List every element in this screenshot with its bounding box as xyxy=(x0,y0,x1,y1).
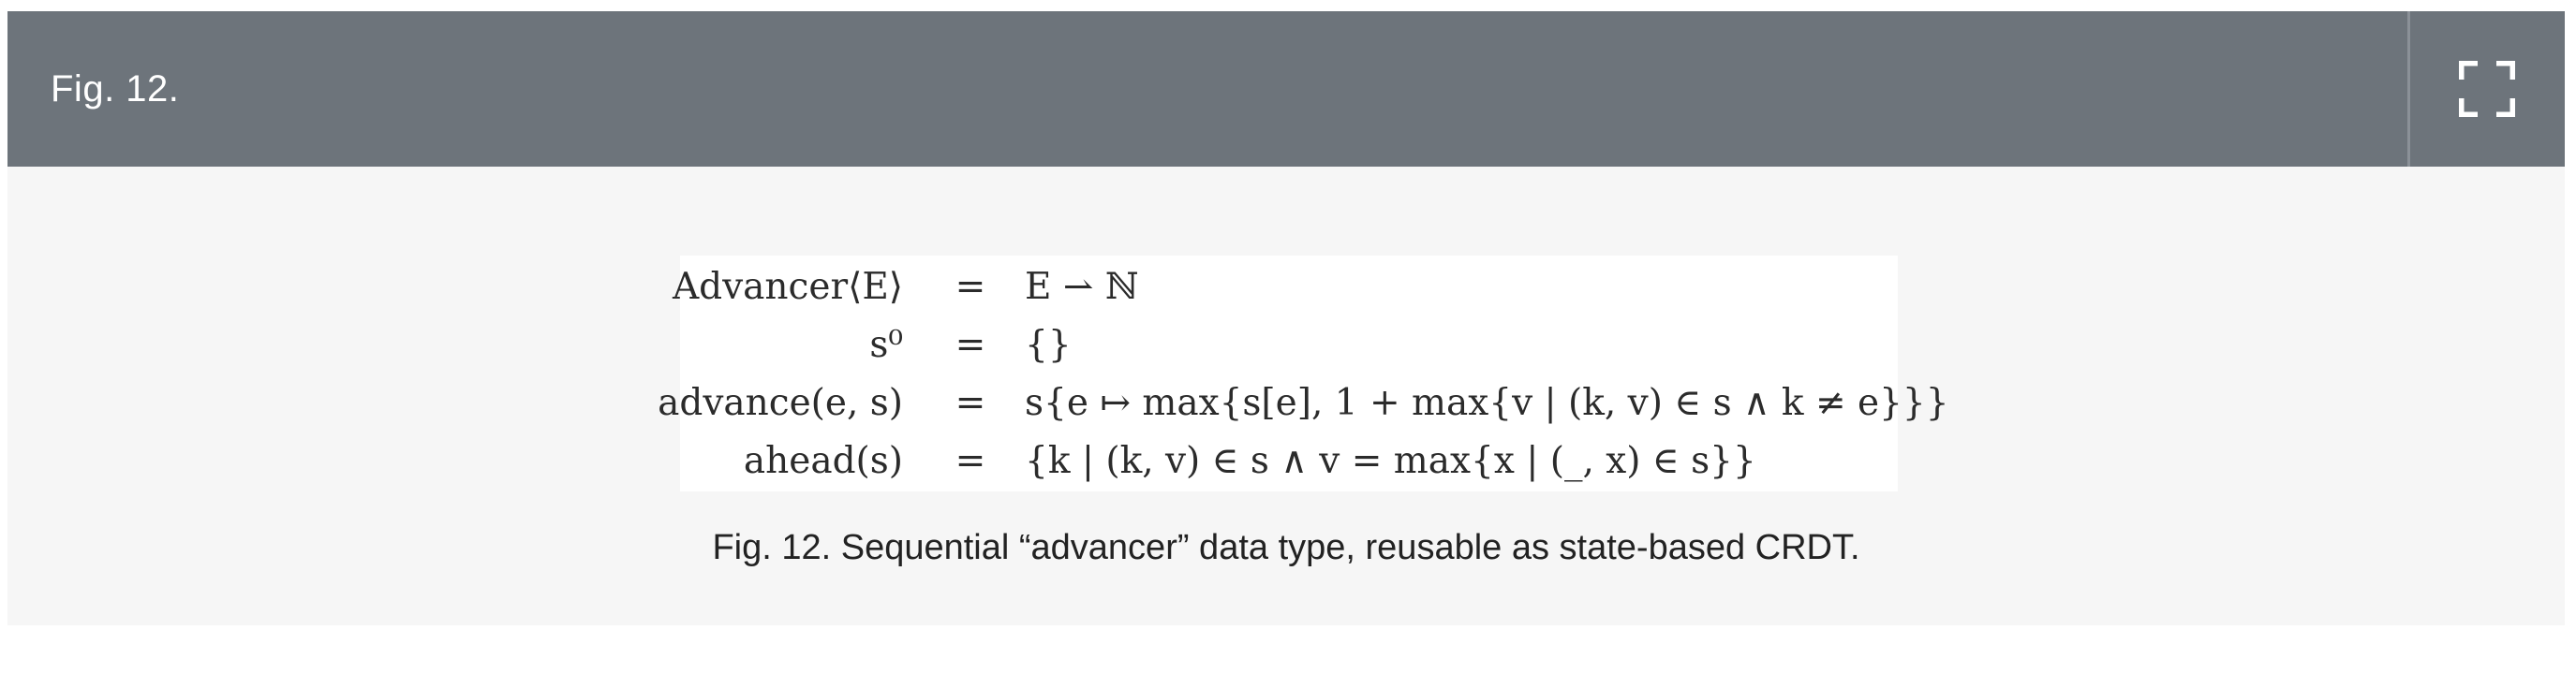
figure-header: Fig. 12. xyxy=(7,11,2565,167)
equation-lhs: advance(e, s) xyxy=(658,382,903,424)
equals-sign: = xyxy=(955,324,986,366)
expand-button[interactable] xyxy=(2410,11,2565,167)
equation-row: s⁰ = {} xyxy=(680,315,1898,374)
equation-image: Advancer⟨E⟩ = E ⇀ ℕ s⁰ = {} advance(e, s… xyxy=(658,256,1949,491)
figure-caption: Fig. 12. Sequential “advancer” data type… xyxy=(712,528,1860,567)
equation-row: advance(e, s) = s{e ↦ max{s[e], 1 + max{… xyxy=(658,374,1948,432)
figure-label: Fig. 12. xyxy=(51,68,180,110)
equals-sign: = xyxy=(955,382,986,424)
equation-rhs: E ⇀ ℕ xyxy=(1025,266,1139,308)
expand-fullscreen-icon xyxy=(2459,61,2515,117)
equation-row: ahead(s) = {k | (k, v) ∈ s ∧ v = max{x |… xyxy=(680,432,1898,491)
equation-lhs: s⁰ xyxy=(869,324,903,366)
equation-lhs: Advancer⟨E⟩ xyxy=(673,266,903,308)
equation-rhs: s{e ↦ max{s[e], 1 + max{v | (k, v) ∈ s ∧… xyxy=(1025,382,1949,424)
figure-card: Fig. 12. Advancer⟨E⟩ = E ⇀ ℕ s⁰ = {} adv… xyxy=(7,11,2565,625)
figure-body: Advancer⟨E⟩ = E ⇀ ℕ s⁰ = {} advance(e, s… xyxy=(7,167,2565,625)
equation-row: Advancer⟨E⟩ = E ⇀ ℕ xyxy=(673,257,1898,316)
equation-rhs: {k | (k, v) ∈ s ∧ v = max{x | (_, x) ∈ s… xyxy=(1025,440,1756,482)
equals-sign: = xyxy=(955,266,986,308)
equation-rhs: {} xyxy=(1025,324,1072,366)
equals-sign: = xyxy=(955,440,986,482)
equation-lhs: ahead(s) xyxy=(743,440,903,482)
